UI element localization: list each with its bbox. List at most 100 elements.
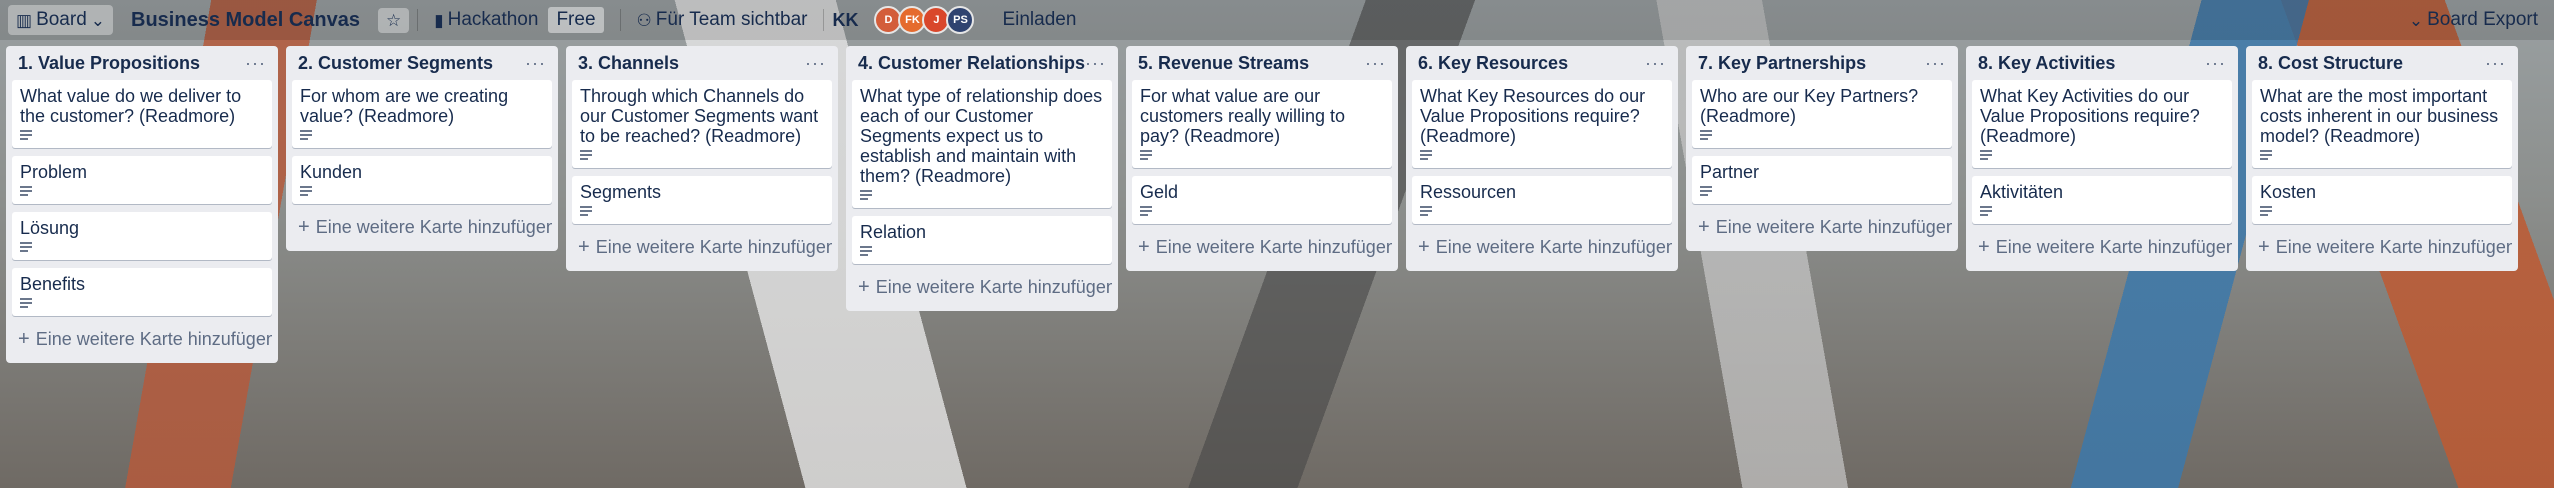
invite-button[interactable]: Einladen xyxy=(994,5,1084,35)
list-menu-icon[interactable]: ··· xyxy=(525,53,546,74)
list-menu-icon[interactable]: ··· xyxy=(1085,53,1106,74)
card[interactable]: What type of relationship does each of o… xyxy=(852,80,1112,208)
card[interactable]: Through which Channels do our Customer S… xyxy=(572,80,832,168)
card[interactable]: Segments xyxy=(572,176,832,224)
star-button[interactable]: ☆ xyxy=(377,7,410,33)
card[interactable]: Lösung xyxy=(12,212,272,260)
plan-badge: Free xyxy=(548,7,604,33)
card-title: Aktivitäten xyxy=(1980,182,2064,202)
list-title[interactable]: 8. Cost Structure xyxy=(2258,53,2403,74)
card-title: Through which Channels do our Customer S… xyxy=(580,86,819,146)
card[interactable]: What value do we deliver to the customer… xyxy=(12,80,272,148)
add-card-button[interactable]: + Eine weitere Karte hinzufügen xyxy=(1412,232,1672,263)
list: 3. Channels ··· Through which Channels do … xyxy=(566,46,838,271)
list-title[interactable]: 6. Key Resources xyxy=(1418,53,1568,74)
add-card-button[interactable]: + Eine weitere Karte hinzufügen xyxy=(292,212,552,243)
plus-icon: + xyxy=(1698,216,1710,238)
list-menu-icon[interactable]: ··· xyxy=(2205,53,2226,74)
card[interactable]: Geld xyxy=(1132,176,1392,224)
list-menu-icon[interactable]: ··· xyxy=(1925,53,1946,74)
list-title[interactable]: 8. Key Activities xyxy=(1978,53,2115,74)
list-title[interactable]: 3. Channels xyxy=(578,53,679,74)
list-title[interactable]: 7. Key Partnerships xyxy=(1698,53,1866,74)
card-title: Lösung xyxy=(20,218,80,238)
member-avatar[interactable]: PS xyxy=(946,6,975,34)
card[interactable]: What are the most important costs inhere… xyxy=(2252,80,2512,168)
list-menu-icon[interactable]: ··· xyxy=(245,53,266,74)
list-title[interactable]: 1. Value Propositions xyxy=(18,53,200,74)
divider xyxy=(823,9,825,31)
card[interactable]: For whom are we creating value? (Readmor… xyxy=(292,80,552,148)
list-header: 7. Key Partnerships ··· xyxy=(1692,46,1952,80)
card[interactable]: Problem xyxy=(12,156,272,204)
add-card-button[interactable]: + Eine weitere Karte hinzufügen xyxy=(1692,212,1952,243)
card-title: Who are our Key Partners? (Readmore) xyxy=(1700,86,1919,126)
card-title: What value do we deliver to the customer… xyxy=(20,86,242,126)
team-icon: ⚇ xyxy=(636,10,652,30)
workspace-button[interactable]: ▮ Hackathon Free xyxy=(426,3,611,37)
card-title: For whom are we creating value? (Readmor… xyxy=(300,86,509,126)
add-card-label: Eine weitere Karte hinzufügen xyxy=(315,217,552,237)
board-view-switcher[interactable]: ▥ Board ⌄ xyxy=(8,5,114,35)
board-view-label: Board xyxy=(36,9,87,30)
workspace-icon: ▮ xyxy=(434,10,444,30)
card[interactable]: For what value are our customers really … xyxy=(1132,80,1392,168)
card[interactable]: Benefits xyxy=(12,268,272,316)
board-header: ▥ Board ⌄ Business Model Canvas ☆ ▮ Hack… xyxy=(0,0,2554,40)
board-lists: 1. Value Propositions ··· What value do we… xyxy=(6,46,2518,363)
add-card-label: Eine weitere Karte hinzufügen xyxy=(875,277,1112,297)
add-card-button[interactable]: + Eine weitere Karte hinzufügen xyxy=(572,232,832,263)
card-title: Benefits xyxy=(20,274,86,294)
plus-icon: + xyxy=(2258,236,2270,258)
list-header: 8. Key Activities ··· xyxy=(1972,46,2232,80)
plus-icon: + xyxy=(1418,236,1430,258)
card[interactable]: Who are our Key Partners? (Readmore) xyxy=(1692,80,1952,148)
board-title[interactable]: Business Model Canvas xyxy=(121,9,370,32)
add-card-button[interactable]: + Eine weitere Karte hinzufügen xyxy=(2252,232,2512,263)
list: 8. Cost Structure ··· What are the most im… xyxy=(2246,46,2518,271)
plus-icon: + xyxy=(858,276,870,298)
visibility-button[interactable]: ⚇ Für Team sichtbar xyxy=(629,5,816,35)
add-card-label: Eine weitere Karte hinzufügen xyxy=(595,237,832,257)
description-icon xyxy=(300,130,312,140)
card[interactable]: Relation xyxy=(852,216,1112,264)
list-menu-icon[interactable]: ··· xyxy=(1365,53,1386,74)
card[interactable]: Ressourcen xyxy=(1412,176,1672,224)
add-card-button[interactable]: + Eine weitere Karte hinzufügen xyxy=(852,272,1112,303)
list-title[interactable]: 5. Revenue Streams xyxy=(1138,53,1309,74)
card[interactable]: Partner xyxy=(1692,156,1952,204)
card[interactable]: Kosten xyxy=(2252,176,2512,224)
list-title[interactable]: 4. Customer Relationships xyxy=(858,53,1085,74)
list-menu-icon[interactable]: ··· xyxy=(1645,53,1666,74)
list-menu-icon[interactable]: ··· xyxy=(2485,53,2506,74)
add-card-button[interactable]: + Eine weitere Karte hinzufügen xyxy=(12,324,272,355)
member-avatars: D FK J PS xyxy=(874,6,975,34)
add-card-button[interactable]: + Eine weitere Karte hinzufügen xyxy=(1972,232,2232,263)
board-export-label: Board Export xyxy=(2427,9,2538,30)
card[interactable]: Kunden xyxy=(292,156,552,204)
description-icon xyxy=(2260,206,2272,216)
card[interactable]: What Key Resources do our Value Proposit… xyxy=(1412,80,1672,168)
description-icon xyxy=(1980,150,1992,160)
add-card-label: Eine weitere Karte hinzufügen xyxy=(1435,237,1672,257)
board-export-button[interactable]: ⌄ Board Export xyxy=(2401,5,2546,35)
star-icon: ☆ xyxy=(385,10,402,30)
description-icon xyxy=(300,186,312,196)
description-icon xyxy=(860,246,872,256)
list-menu-icon[interactable]: ··· xyxy=(805,53,826,74)
list-title[interactable]: 2. Customer Segments xyxy=(298,53,493,74)
list-header: 6. Key Resources ··· xyxy=(1412,46,1672,80)
description-icon xyxy=(20,242,32,252)
description-icon xyxy=(1420,150,1432,160)
card[interactable]: Aktivitäten xyxy=(1972,176,2232,224)
divider xyxy=(417,9,419,31)
card-title: Relation xyxy=(860,222,927,242)
list-header: 4. Customer Relationships ··· xyxy=(852,46,1112,80)
card[interactable]: What Key Activities do our Value Proposi… xyxy=(1972,80,2232,168)
list: 5. Revenue Streams ··· For what value are … xyxy=(1126,46,1398,271)
card-title: Kosten xyxy=(2260,182,2317,202)
workspace-initials[interactable]: KK xyxy=(832,10,858,31)
visibility-label: Für Team sichtbar xyxy=(655,9,808,30)
add-card-button[interactable]: + Eine weitere Karte hinzufügen xyxy=(1132,232,1392,263)
add-card-label: Eine weitere Karte hinzufügen xyxy=(2275,237,2512,257)
